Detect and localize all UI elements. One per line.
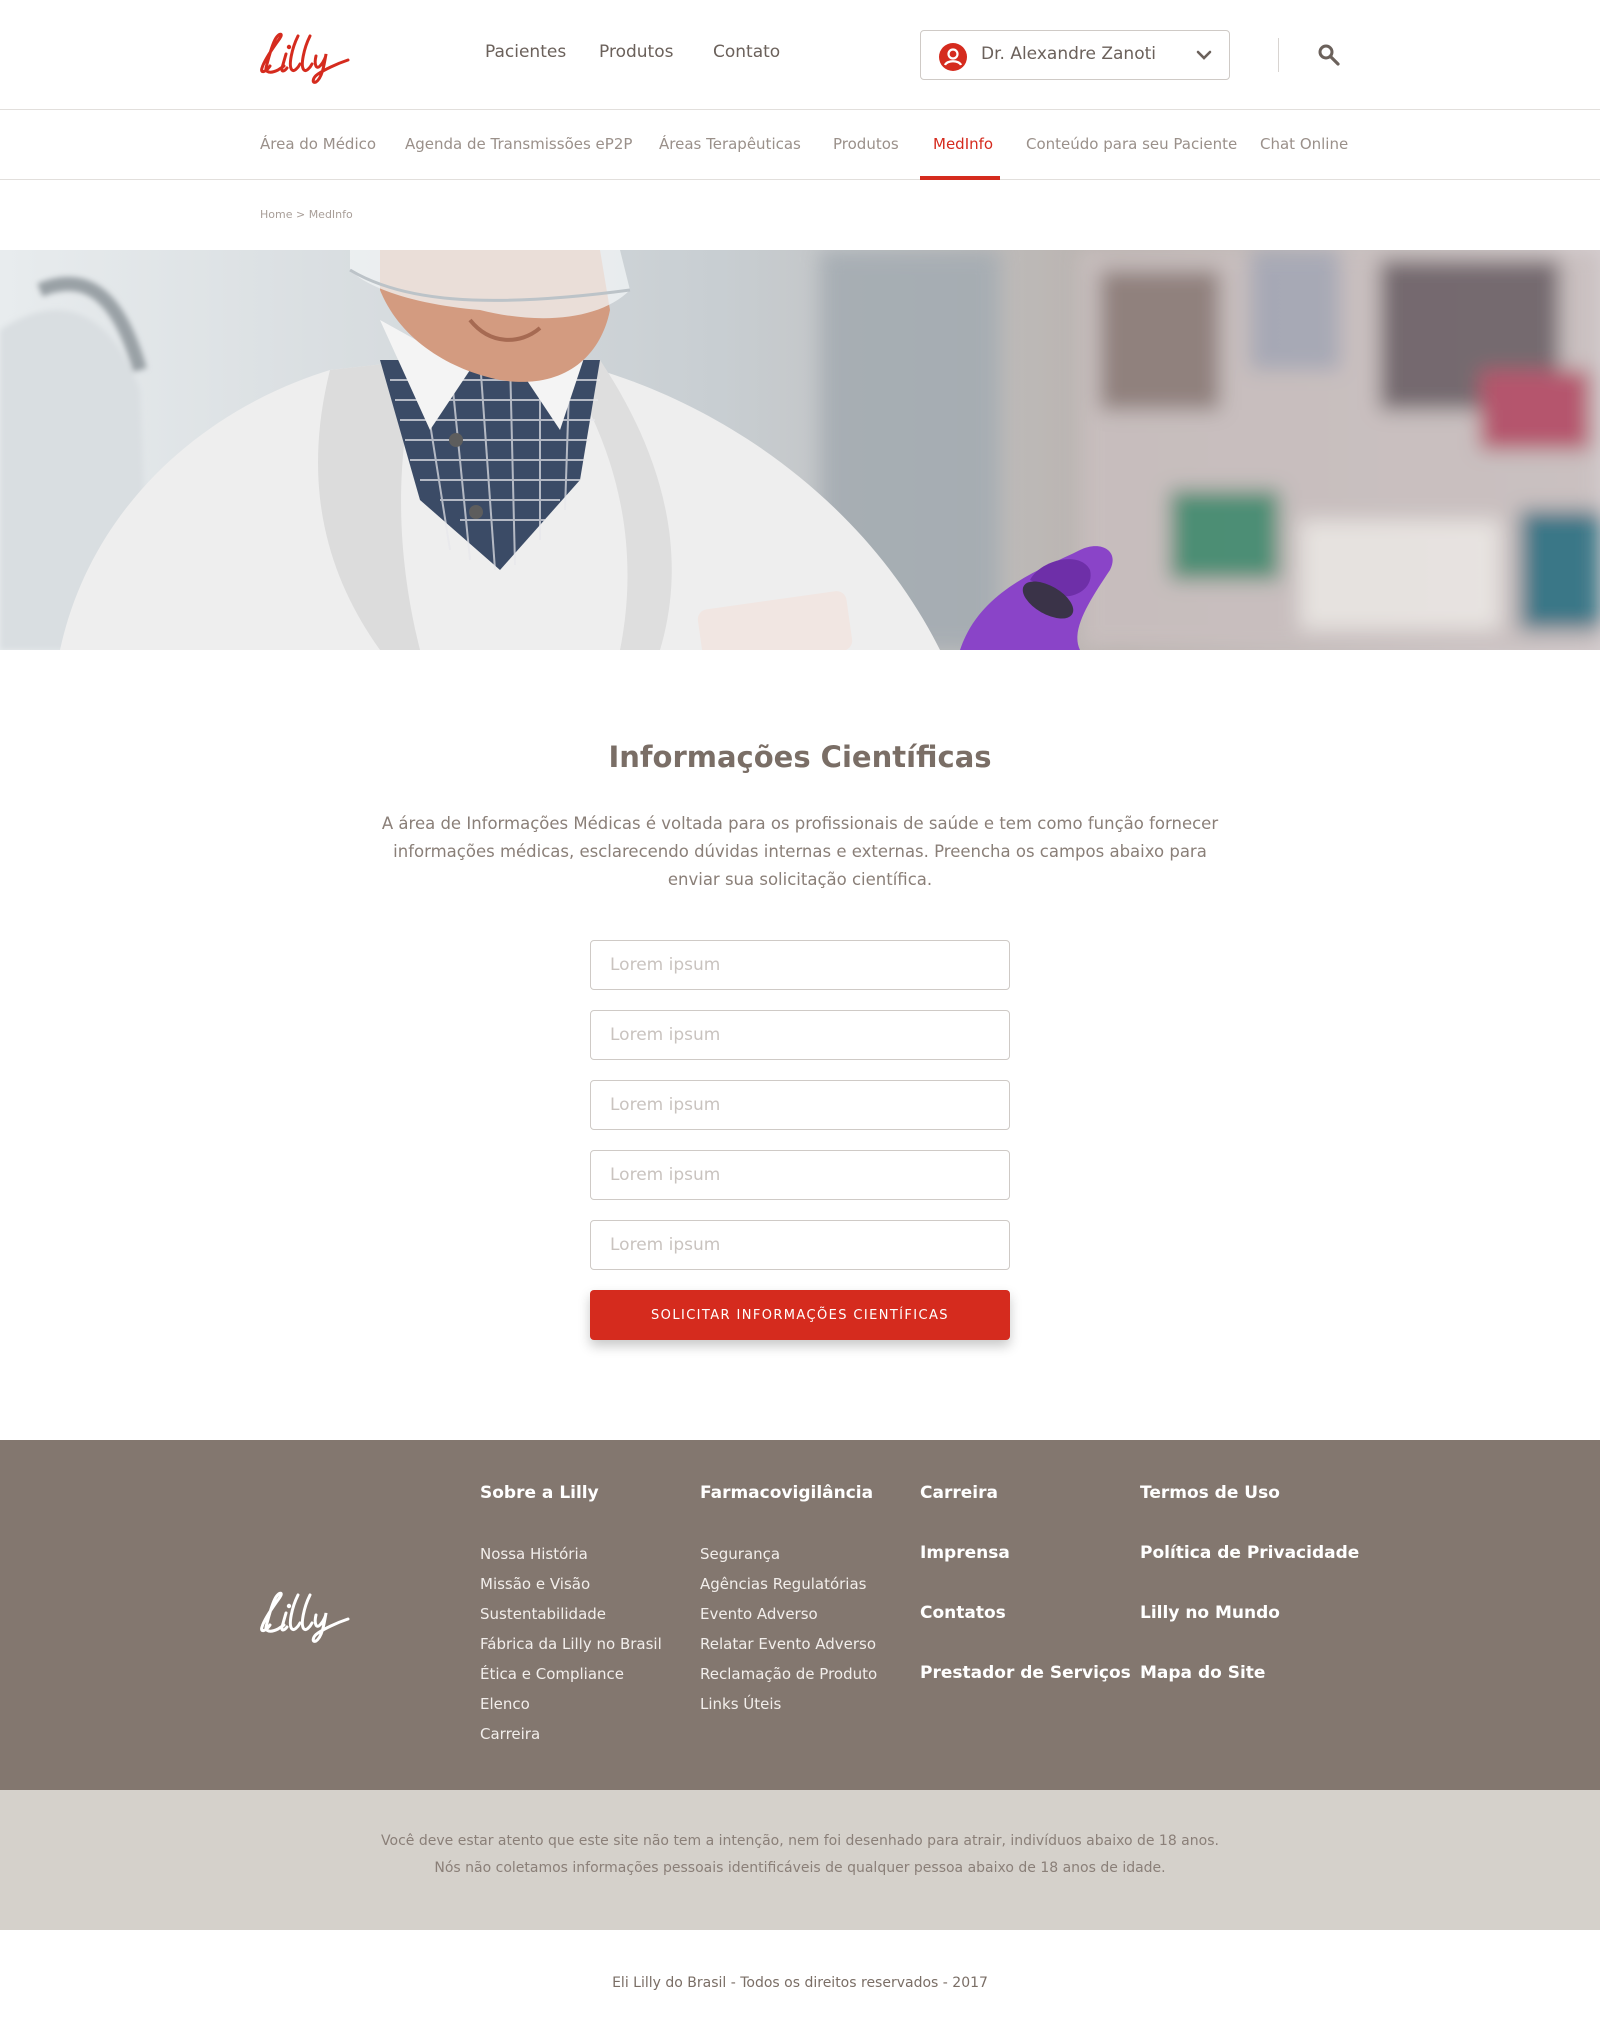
form-field-5[interactable] bbox=[590, 1220, 1010, 1270]
footer-link[interactable]: Ética e Compliance bbox=[480, 1665, 624, 1683]
disclaimer-line-2: Nós não coletamos informações pessoais i… bbox=[434, 1860, 1166, 1876]
age-disclaimer: Você deve estar atento que este site não… bbox=[0, 1790, 1600, 1930]
footer-link-mapa[interactable]: Mapa do Site bbox=[1140, 1663, 1265, 1683]
chevron-down-icon bbox=[1196, 50, 1212, 60]
subnav-conteudo-paciente[interactable]: Conteúdo para seu Paciente bbox=[1026, 135, 1237, 153]
header-divider bbox=[1278, 38, 1279, 72]
footer-link-lilly-mundo[interactable]: Lilly no Mundo bbox=[1140, 1603, 1280, 1623]
hero-lab-scientist-image bbox=[0, 250, 1600, 650]
footer-link-privacidade[interactable]: Política de Privacidade bbox=[1140, 1543, 1359, 1563]
footer-link[interactable]: Agências Regulatórias bbox=[700, 1575, 866, 1593]
copyright: Eli Lilly do Brasil - Todos os direitos … bbox=[612, 1975, 988, 1991]
footer-link-contatos[interactable]: Contatos bbox=[920, 1603, 1006, 1623]
footer-link-termos[interactable]: Termos de Uso bbox=[1140, 1483, 1280, 1503]
footer-link[interactable]: Carreira bbox=[480, 1725, 540, 1743]
footer-link-carreira[interactable]: Carreira bbox=[920, 1483, 998, 1503]
page-title: Informações Científicas bbox=[608, 740, 992, 774]
nav-produtos[interactable]: Produtos bbox=[599, 42, 673, 62]
footer-link[interactable]: Links Úteis bbox=[700, 1695, 781, 1713]
hero-image bbox=[0, 250, 1600, 650]
sub-nav: Área do Médico Agenda de Transmissões eP… bbox=[0, 110, 1600, 180]
footer-link[interactable]: Sustentabilidade bbox=[480, 1605, 606, 1623]
nav-pacientes[interactable]: Pacientes bbox=[485, 42, 566, 62]
footer-link[interactable]: Evento Adverso bbox=[700, 1605, 818, 1623]
footer-link[interactable]: Nossa História bbox=[480, 1545, 588, 1563]
user-name: Dr. Alexandre Zanoti bbox=[981, 44, 1156, 64]
submit-button[interactable]: SOLICITAR INFORMAÇÕES CIENTÍFICAS bbox=[590, 1290, 1010, 1340]
subnav-chat-online[interactable]: Chat Online bbox=[1260, 135, 1348, 153]
footer-link[interactable]: Fábrica da Lilly no Brasil bbox=[480, 1635, 662, 1653]
form-field-1[interactable] bbox=[590, 940, 1010, 990]
page: Pacientes Produtos Contato Dr. Alexandre… bbox=[0, 0, 1600, 2040]
footer-link-imprensa[interactable]: Imprensa bbox=[920, 1543, 1010, 1563]
footer-link[interactable]: Relatar Evento Adverso bbox=[700, 1635, 876, 1653]
footer-link[interactable]: Reclamação de Produto bbox=[700, 1665, 877, 1683]
breadcrumb[interactable]: Home > MedInfo bbox=[260, 208, 353, 221]
form-field-2[interactable] bbox=[590, 1010, 1010, 1060]
active-tab-indicator bbox=[920, 176, 1000, 180]
disclaimer-line-1: Você deve estar atento que este site não… bbox=[381, 1833, 1219, 1849]
header: Pacientes Produtos Contato Dr. Alexandre… bbox=[0, 0, 1600, 110]
search-icon[interactable] bbox=[1316, 42, 1342, 68]
footer: Sobre a Lilly Nossa História Missão e Vi… bbox=[0, 1440, 1600, 1790]
subnav-agenda-ep2p[interactable]: Agenda de Transmissões eP2P bbox=[405, 135, 632, 153]
footer-col1-title[interactable]: Sobre a Lilly bbox=[480, 1483, 599, 1503]
subnav-produtos[interactable]: Produtos bbox=[833, 135, 899, 153]
footer-link[interactable]: Missão e Visão bbox=[480, 1575, 590, 1593]
subnav-medinfo[interactable]: MedInfo bbox=[933, 135, 993, 153]
lilly-logo-footer[interactable] bbox=[256, 1585, 356, 1645]
subnav-areas-terapeuticas[interactable]: Áreas Terapêuticas bbox=[659, 135, 801, 153]
form-field-4[interactable] bbox=[590, 1150, 1010, 1200]
user-icon bbox=[939, 43, 967, 71]
user-menu[interactable]: Dr. Alexandre Zanoti bbox=[920, 30, 1230, 80]
footer-link[interactable]: Elenco bbox=[480, 1695, 530, 1713]
footer-col2-title[interactable]: Farmacovigilância bbox=[700, 1483, 873, 1503]
form-field-3[interactable] bbox=[590, 1080, 1010, 1130]
footer-link-prestador[interactable]: Prestador de Serviços bbox=[920, 1663, 1131, 1683]
nav-contato[interactable]: Contato bbox=[713, 42, 780, 62]
page-description: A área de Informações Médicas é voltada … bbox=[381, 814, 1219, 889]
footer-link[interactable]: Segurança bbox=[700, 1545, 780, 1563]
lilly-logo[interactable] bbox=[256, 26, 356, 86]
subnav-area-do-medico[interactable]: Área do Médico bbox=[260, 135, 376, 153]
